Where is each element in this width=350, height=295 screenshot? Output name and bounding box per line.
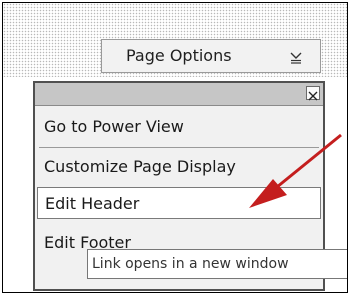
red-arrow-icon (249, 133, 342, 208)
page-frame: Page Options Go to Power View Customize … (2, 2, 348, 293)
